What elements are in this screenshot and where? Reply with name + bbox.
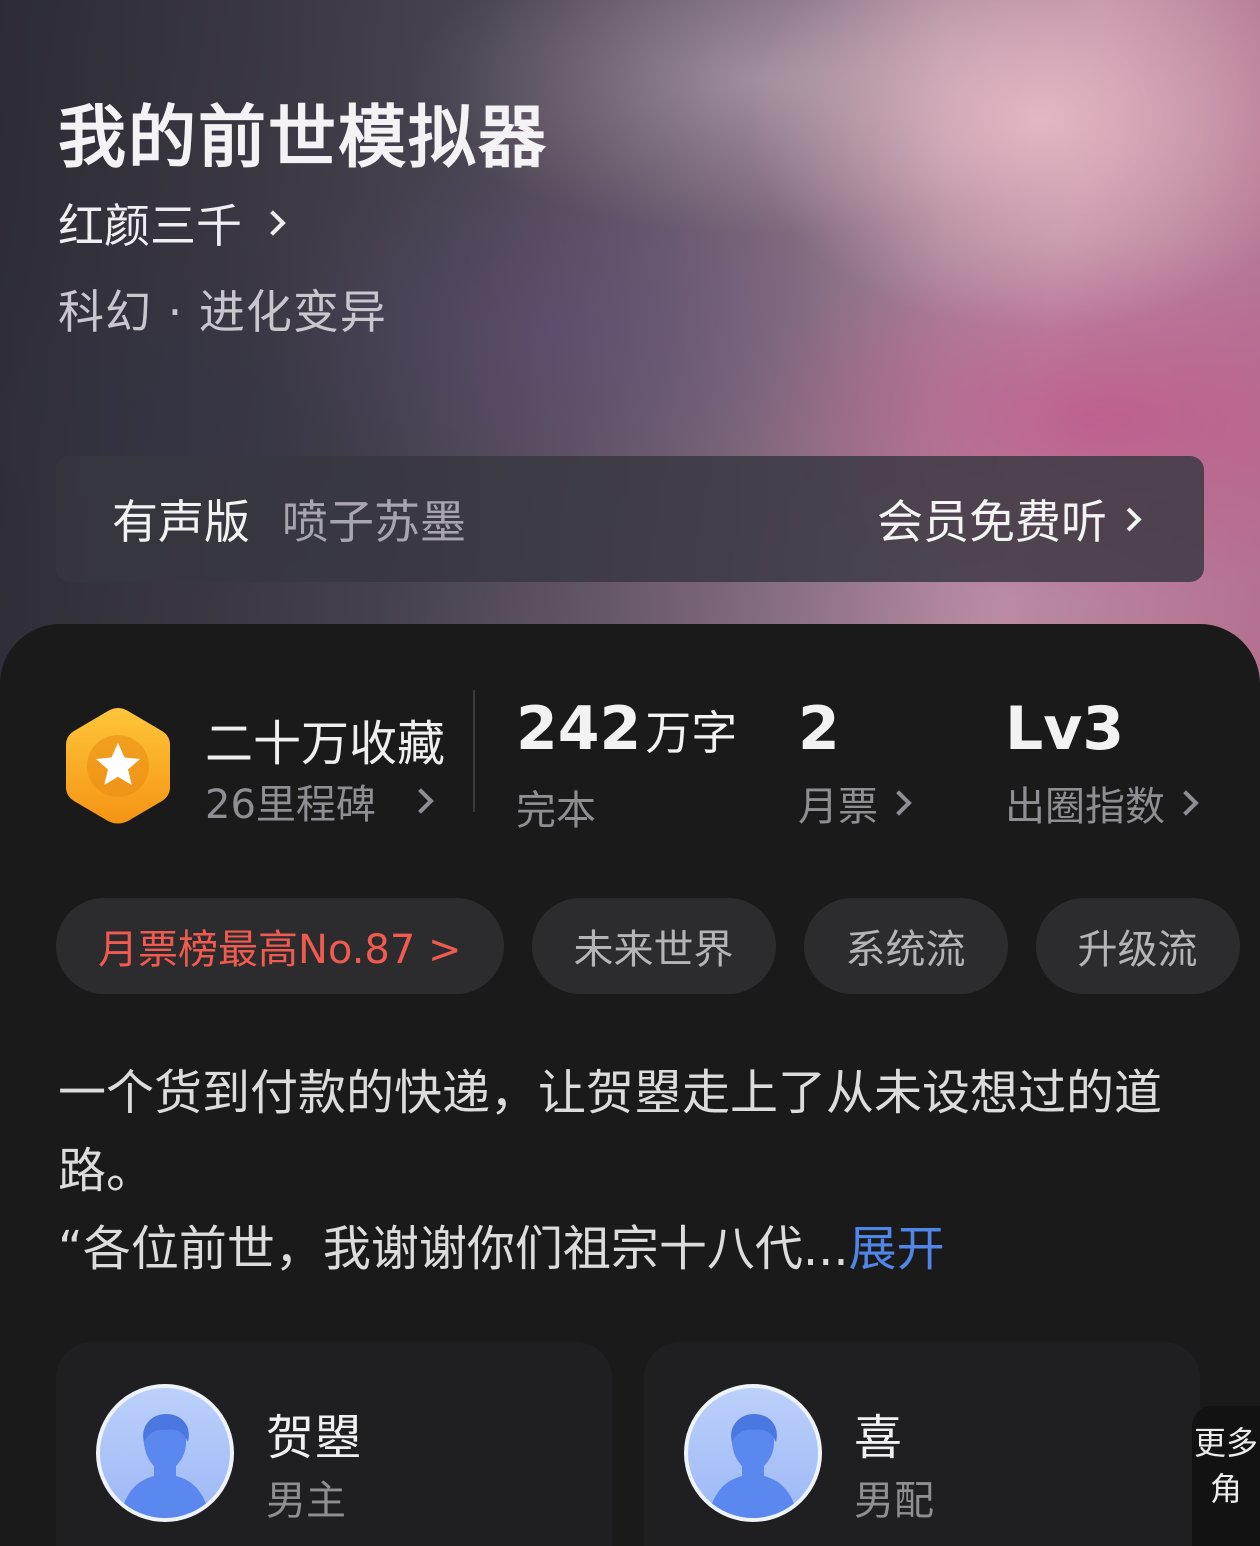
monthly-ticket-value: 2	[798, 694, 840, 764]
rank-tag[interactable]: 月票榜最高No.87 >	[56, 898, 504, 994]
more-characters-button[interactable]: 更多角	[1192, 1406, 1260, 1546]
tag-chip[interactable]: 未来世界	[531, 898, 776, 994]
genre-label: 科幻 · 进化变异	[58, 285, 387, 339]
milestone-link[interactable]: 26里程碑	[205, 772, 434, 830]
chevron-right-icon	[886, 790, 912, 816]
tag-chip[interactable]: 升级流	[1035, 898, 1240, 994]
tag-chip[interactable]: 系统流	[803, 898, 1008, 994]
chevron-right-icon	[408, 788, 434, 814]
word-count-value: 242	[516, 694, 642, 764]
completion-status: 完本	[516, 788, 596, 834]
listen-free-button[interactable]: 会员免费听	[877, 486, 1142, 552]
favorites-count: 二十万收藏	[205, 716, 446, 772]
word-count-unit: 万字	[645, 706, 738, 760]
avatar-icon	[96, 1384, 234, 1522]
tag-row: 月票榜最高No.87 > 未来世界 系统流 升级流	[56, 898, 1260, 994]
audio-label: 有声版	[112, 495, 250, 549]
stat-divider	[473, 690, 475, 812]
chevron-right-icon	[1117, 506, 1142, 532]
book-title: 我的前世模拟器	[58, 98, 549, 178]
character-name: 贺曌	[266, 1410, 363, 1466]
audio-edition-bar[interactable]: 有声版 喷子苏墨 会员免费听	[56, 456, 1204, 582]
chevron-right-icon	[1173, 790, 1199, 816]
chevron-right-icon	[260, 210, 286, 236]
word-count-stat: 242 万字 完本	[516, 694, 737, 836]
listen-free-label: 会员免费听	[877, 495, 1107, 549]
milestone-label: 26里程碑	[205, 782, 376, 828]
audio-narrator: 喷子苏墨	[282, 495, 466, 549]
expand-link[interactable]: 展开	[849, 1221, 945, 1277]
synopsis-text: 一个货到付款的快递，让贺曌走上了从未设想过的道路。 “各位前世，我谢谢你们祖宗十八…	[58, 1065, 1163, 1277]
avatar-icon	[684, 1384, 822, 1522]
monthly-ticket-stat[interactable]: 2 月票	[798, 694, 912, 832]
book-detail-sheet: 二十万收藏 26里程碑 242 万字 完本 2 月票 Lv3 出圈指数 月票榜最…	[0, 624, 1260, 1546]
character-card[interactable]: 贺曌 男主	[56, 1342, 612, 1546]
popularity-index-value: Lv3	[1005, 694, 1125, 764]
character-role: 男主	[266, 1478, 346, 1524]
popularity-index-stat[interactable]: Lv3 出圈指数	[1005, 694, 1199, 832]
synopsis: 一个货到付款的快递，让贺曌走上了从未设想过的道路。 “各位前世，我谢谢你们祖宗十八…	[58, 1054, 1208, 1288]
author-name: 红颜三千	[58, 199, 242, 253]
milestone-badge-icon	[62, 704, 174, 828]
author-link[interactable]: 红颜三千	[58, 190, 286, 256]
monthly-ticket-label: 月票	[798, 784, 878, 830]
character-role: 男配	[854, 1478, 934, 1524]
character-name: 喜	[854, 1410, 903, 1466]
character-card[interactable]: 喜 男配	[644, 1342, 1200, 1546]
popularity-index-label: 出圈指数	[1005, 784, 1165, 830]
